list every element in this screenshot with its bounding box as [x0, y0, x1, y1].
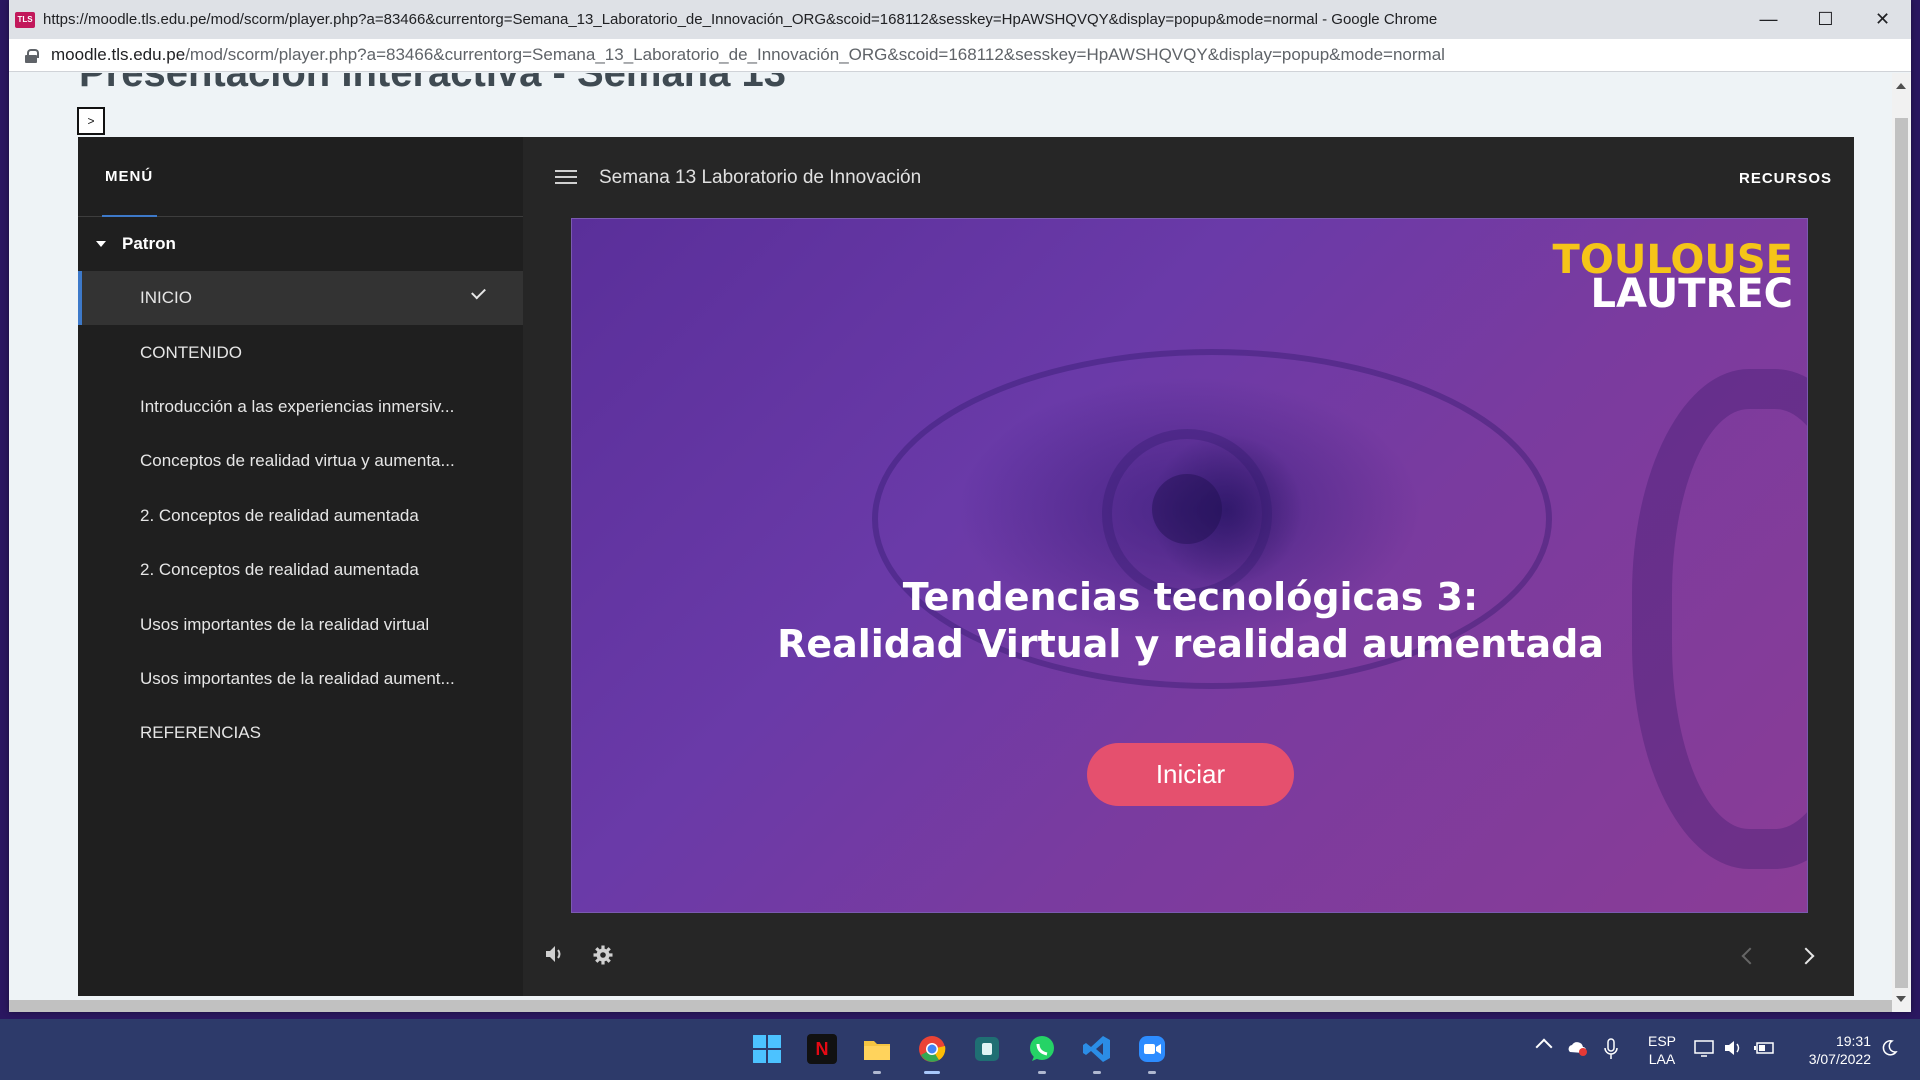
address-bar[interactable]: moodle.tls.edu.pe/mod/scorm/player.php?a…: [9, 39, 1911, 72]
page-title: Presentación Interactiva - Semana 13: [79, 73, 786, 95]
volume-icon[interactable]: [545, 945, 565, 963]
running-indicator: [873, 1071, 881, 1074]
running-indicator: [1148, 1071, 1156, 1074]
menu-item-label: Conceptos de realidad virtua y aumenta..…: [140, 451, 455, 471]
toulouse-lautrec-logo: TOULOUSE LAUTREC: [1553, 240, 1793, 314]
window-title: https://moodle.tls.edu.pe/mod/scorm/play…: [43, 11, 1438, 28]
settings-gear-icon[interactable]: [593, 945, 613, 965]
menu-item-label: 2. Conceptos de realidad aumentada: [140, 505, 419, 525]
url-host: moodle.tls.edu.pe: [51, 45, 186, 64]
maximize-button[interactable]: ☐: [1797, 0, 1854, 39]
menu-tab-underline: [102, 215, 157, 217]
network-icon[interactable]: [1694, 1039, 1716, 1057]
menu-item-conceptos-rv-ra[interactable]: Conceptos de realidad virtua y aumenta..…: [78, 434, 523, 488]
menu-item-usos-ra[interactable]: Usos importantes de la realidad aument..…: [78, 652, 523, 706]
pupil-artwork: [1152, 474, 1222, 544]
start-button[interactable]: Iniciar: [1087, 743, 1294, 806]
hamburger-menu-icon[interactable]: [555, 170, 577, 186]
scrollbar-thumb[interactable]: [1895, 118, 1908, 988]
vertical-scrollbar[interactable]: [1892, 73, 1911, 1012]
slide-title: Tendencias tecnológicas 3: Realidad Virt…: [572, 574, 1807, 668]
menu-item-inicio[interactable]: INICIO: [78, 271, 523, 326]
caret-down-icon: [96, 241, 106, 247]
next-slide-button[interactable]: [1797, 947, 1815, 965]
taskbar: N ESP LAA 19:31 3/07/2022: [0, 1019, 1920, 1080]
file-explorer-icon[interactable]: [862, 1034, 892, 1064]
player-main: Semana 13 Laboratorio de Innovación RECU…: [523, 137, 1854, 996]
slide-title-line-2: Realidad Virtual y realidad aumentada: [777, 622, 1604, 666]
cloud-sync-error-icon[interactable]: [1566, 1039, 1588, 1057]
scroll-up-arrow-icon[interactable]: [1896, 83, 1906, 89]
language-code: ESP: [1648, 1033, 1677, 1049]
menu-group-patron[interactable]: Patron: [78, 217, 523, 271]
url-text[interactable]: moodle.tls.edu.pe/mod/scorm/player.php?a…: [51, 45, 1445, 65]
speaker-icon[interactable]: [1724, 1039, 1744, 1057]
keyboard-layout: LAA: [1648, 1051, 1676, 1067]
menu-item-label: Usos importantes de la realidad virtual: [140, 614, 430, 634]
previous-slide-button[interactable]: [1741, 947, 1759, 965]
do-not-disturb-icon[interactable]: [1880, 1039, 1898, 1057]
player-controls: [523, 913, 1854, 996]
clock-date: 3/07/2022: [1808, 1051, 1871, 1067]
menu-item-label: REFERENCIAS: [140, 723, 261, 743]
microphone-icon[interactable]: [1604, 1038, 1618, 1060]
battery-icon[interactable]: [1754, 1039, 1776, 1057]
browser-window: TLS https://moodle.tls.edu.pe/mod/scorm/…: [9, 0, 1911, 1012]
menu-item-conceptos-ra-2[interactable]: 2. Conceptos de realidad aumentada: [78, 543, 523, 597]
clock-time: 19:31: [1835, 1033, 1871, 1049]
menu-item-label: 2. Conceptos de realidad aumentada: [140, 560, 419, 580]
window-controls: — ☐ ✕: [1740, 0, 1911, 39]
lock-icon[interactable]: [25, 48, 39, 63]
player-topbar: Semana 13 Laboratorio de Innovación RECU…: [523, 137, 1854, 217]
close-button[interactable]: ✕: [1854, 0, 1911, 39]
chevron-up-icon[interactable]: [1535, 1038, 1553, 1056]
active-indicator: [924, 1071, 940, 1074]
check-icon: [471, 284, 486, 300]
scorm-player: MENÚ Patron INICIO CONTENIDO Introducció…: [78, 137, 1854, 996]
chrome-icon[interactable]: [917, 1034, 947, 1064]
menu-item-label: CONTENIDO: [140, 342, 242, 362]
app-store-icon[interactable]: [972, 1034, 1002, 1064]
clock[interactable]: 19:31 3/07/2022: [1793, 1032, 1871, 1068]
menu-item-referencias[interactable]: REFERENCIAS: [78, 706, 523, 760]
horizontal-scrollbar[interactable]: [9, 1000, 1892, 1012]
menu-sidebar: MENÚ Patron INICIO CONTENIDO Introducció…: [78, 137, 523, 996]
toggle-button[interactable]: >: [77, 107, 105, 135]
menu-group-label: Patron: [122, 234, 176, 253]
menu-item-contenido[interactable]: CONTENIDO: [78, 325, 523, 379]
course-title: Semana 13 Laboratorio de Innovación: [599, 167, 922, 188]
menu-item-label: Introducción a las experiencias inmersiv…: [140, 396, 455, 416]
running-indicator: [1093, 1071, 1101, 1074]
title-bar: TLS https://moodle.tls.edu.pe/mod/scorm/…: [9, 0, 1911, 39]
menu-header[interactable]: MENÚ: [78, 137, 523, 217]
menu-item-label: Usos importantes de la realidad aument..…: [140, 668, 455, 688]
menu-item-conceptos-ra-1[interactable]: 2. Conceptos de realidad aumentada: [78, 489, 523, 543]
slide-canvas: TOULOUSE LAUTREC Tendencias tecnológicas…: [571, 218, 1808, 913]
resources-button[interactable]: RECURSOS: [1739, 170, 1832, 187]
input-language-indicator[interactable]: ESP LAA: [1648, 1032, 1676, 1068]
site-favicon-icon: TLS: [15, 11, 35, 28]
url-path: /mod/scorm/player.php?a=83466&currentorg…: [185, 45, 1445, 64]
menu-item-label: INICIO: [140, 288, 192, 308]
menu-item-usos-rv[interactable]: Usos importantes de la realidad virtual: [78, 597, 523, 651]
minimize-button[interactable]: —: [1740, 0, 1797, 39]
slide-title-line-1: Tendencias tecnológicas 3:: [902, 575, 1479, 619]
netflix-icon[interactable]: N: [807, 1034, 837, 1064]
zoom-icon[interactable]: [1137, 1034, 1167, 1064]
running-indicator: [1038, 1071, 1046, 1074]
scroll-down-arrow-icon[interactable]: [1896, 996, 1906, 1002]
menu-item-introduccion[interactable]: Introducción a las experiencias inmersiv…: [78, 380, 523, 434]
whatsapp-icon[interactable]: [1027, 1034, 1057, 1064]
menu-tab-label[interactable]: MENÚ: [105, 168, 153, 185]
page-content: Presentación Interactiva - Semana 13 > M…: [9, 73, 1911, 1012]
windows-start-icon[interactable]: [752, 1034, 782, 1064]
vscode-icon[interactable]: [1082, 1034, 1112, 1064]
